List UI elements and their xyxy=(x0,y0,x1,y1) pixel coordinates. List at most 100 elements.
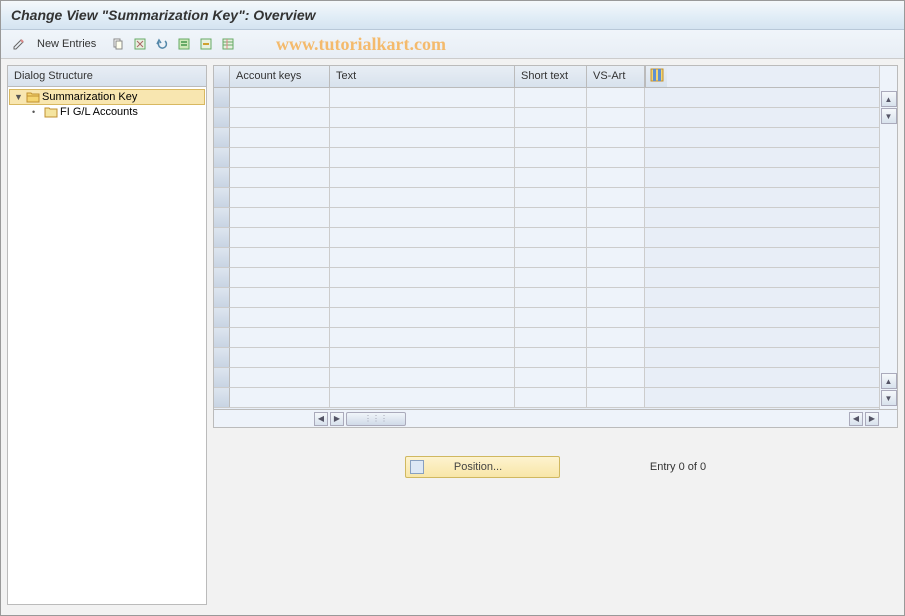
table-row[interactable] xyxy=(214,288,879,308)
table-cell[interactable] xyxy=(230,208,330,227)
table-cell[interactable] xyxy=(515,308,587,327)
table-cell[interactable] xyxy=(515,88,587,107)
scroll-right-icon[interactable]: ▶ xyxy=(330,412,344,426)
table-cell[interactable] xyxy=(515,168,587,187)
table-row[interactable] xyxy=(214,128,879,148)
table-cell[interactable] xyxy=(515,108,587,127)
table-cell[interactable] xyxy=(230,168,330,187)
row-selector[interactable] xyxy=(214,328,230,347)
table-row[interactable] xyxy=(214,308,879,328)
table-cell[interactable] xyxy=(330,388,515,407)
table-cell[interactable] xyxy=(587,288,645,307)
table-cell[interactable] xyxy=(330,308,515,327)
table-cell[interactable] xyxy=(230,228,330,247)
table-cell[interactable] xyxy=(587,388,645,407)
scroll-left-icon[interactable]: ◀ xyxy=(314,412,328,426)
table-cell[interactable] xyxy=(330,228,515,247)
table-cell[interactable] xyxy=(515,248,587,267)
table-cell[interactable] xyxy=(515,148,587,167)
table-cell[interactable] xyxy=(330,268,515,287)
tree-item-fi-gl-accounts[interactable]: • FI G/L Accounts xyxy=(8,105,206,119)
table-cell[interactable] xyxy=(515,368,587,387)
row-selector[interactable] xyxy=(214,248,230,267)
table-cell[interactable] xyxy=(515,328,587,347)
table-cell[interactable] xyxy=(587,168,645,187)
table-row[interactable] xyxy=(214,228,879,248)
table-row[interactable] xyxy=(214,268,879,288)
scroll-right-end-icon[interactable]: ▶ xyxy=(865,412,879,426)
tree-item-summarization-key[interactable]: ▼ Summarization Key xyxy=(9,89,205,105)
table-cell[interactable] xyxy=(230,308,330,327)
table-row[interactable] xyxy=(214,248,879,268)
table-cell[interactable] xyxy=(230,148,330,167)
column-header-vs-art[interactable]: VS-Art xyxy=(587,66,645,87)
vertical-scrollbar[interactable]: ▲ ▼ ▲ ▼ xyxy=(879,66,897,409)
deselect-all-icon[interactable] xyxy=(196,34,216,54)
copy-icon[interactable] xyxy=(108,34,128,54)
hscroll-thumb[interactable]: ⋮⋮⋮ xyxy=(346,412,406,426)
table-cell[interactable] xyxy=(330,368,515,387)
table-row[interactable] xyxy=(214,148,879,168)
table-row[interactable] xyxy=(214,168,879,188)
table-cell[interactable] xyxy=(587,368,645,387)
row-selector[interactable] xyxy=(214,168,230,187)
table-cell[interactable] xyxy=(230,288,330,307)
scroll-up-icon[interactable]: ▲ xyxy=(881,373,897,389)
horizontal-scrollbar[interactable]: ◀ ▶ ⋮⋮⋮ ◀ ▶ xyxy=(213,410,898,428)
column-header-account-keys[interactable]: Account keys xyxy=(230,66,330,87)
table-cell[interactable] xyxy=(587,268,645,287)
row-selector[interactable] xyxy=(214,288,230,307)
table-cell[interactable] xyxy=(230,128,330,147)
table-cell[interactable] xyxy=(330,108,515,127)
table-cell[interactable] xyxy=(587,208,645,227)
row-selector[interactable] xyxy=(214,188,230,207)
row-selector[interactable] xyxy=(214,228,230,247)
table-cell[interactable] xyxy=(587,128,645,147)
table-cell[interactable] xyxy=(230,388,330,407)
row-selector[interactable] xyxy=(214,368,230,387)
undo-icon[interactable] xyxy=(152,34,172,54)
table-cell[interactable] xyxy=(330,208,515,227)
table-cell[interactable] xyxy=(587,148,645,167)
table-cell[interactable] xyxy=(515,228,587,247)
table-cell[interactable] xyxy=(230,108,330,127)
table-cell[interactable] xyxy=(515,388,587,407)
scroll-down-icon[interactable]: ▼ xyxy=(881,390,897,406)
scroll-down-icon[interactable]: ▼ xyxy=(881,108,897,124)
table-cell[interactable] xyxy=(230,88,330,107)
table-cell[interactable] xyxy=(587,88,645,107)
table-row[interactable] xyxy=(214,368,879,388)
table-cell[interactable] xyxy=(515,268,587,287)
row-selector[interactable] xyxy=(214,348,230,367)
scroll-left-end-icon[interactable]: ◀ xyxy=(849,412,863,426)
tree-collapse-icon[interactable]: ▼ xyxy=(14,92,24,102)
table-row[interactable] xyxy=(214,88,879,108)
table-cell[interactable] xyxy=(587,188,645,207)
table-cell[interactable] xyxy=(230,188,330,207)
table-cell[interactable] xyxy=(587,108,645,127)
row-selector[interactable] xyxy=(214,208,230,227)
table-cell[interactable] xyxy=(587,348,645,367)
row-selector-header[interactable] xyxy=(214,66,230,87)
table-cell[interactable] xyxy=(515,188,587,207)
table-row[interactable] xyxy=(214,348,879,368)
position-button[interactable]: Position... xyxy=(405,456,560,478)
column-header-short-text[interactable]: Short text xyxy=(515,66,587,87)
table-row[interactable] xyxy=(214,388,879,408)
row-selector[interactable] xyxy=(214,268,230,287)
row-selector[interactable] xyxy=(214,148,230,167)
table-row[interactable] xyxy=(214,108,879,128)
row-selector[interactable] xyxy=(214,128,230,147)
new-entries-button[interactable]: New Entries xyxy=(31,36,102,52)
row-selector[interactable] xyxy=(214,88,230,107)
table-cell[interactable] xyxy=(587,248,645,267)
table-view-icon[interactable] xyxy=(218,34,238,54)
table-cell[interactable] xyxy=(515,208,587,227)
table-cell[interactable] xyxy=(587,228,645,247)
table-cell[interactable] xyxy=(230,268,330,287)
table-cell[interactable] xyxy=(330,348,515,367)
table-row[interactable] xyxy=(214,328,879,348)
table-cell[interactable] xyxy=(515,348,587,367)
table-cell[interactable] xyxy=(230,328,330,347)
table-cell[interactable] xyxy=(515,128,587,147)
